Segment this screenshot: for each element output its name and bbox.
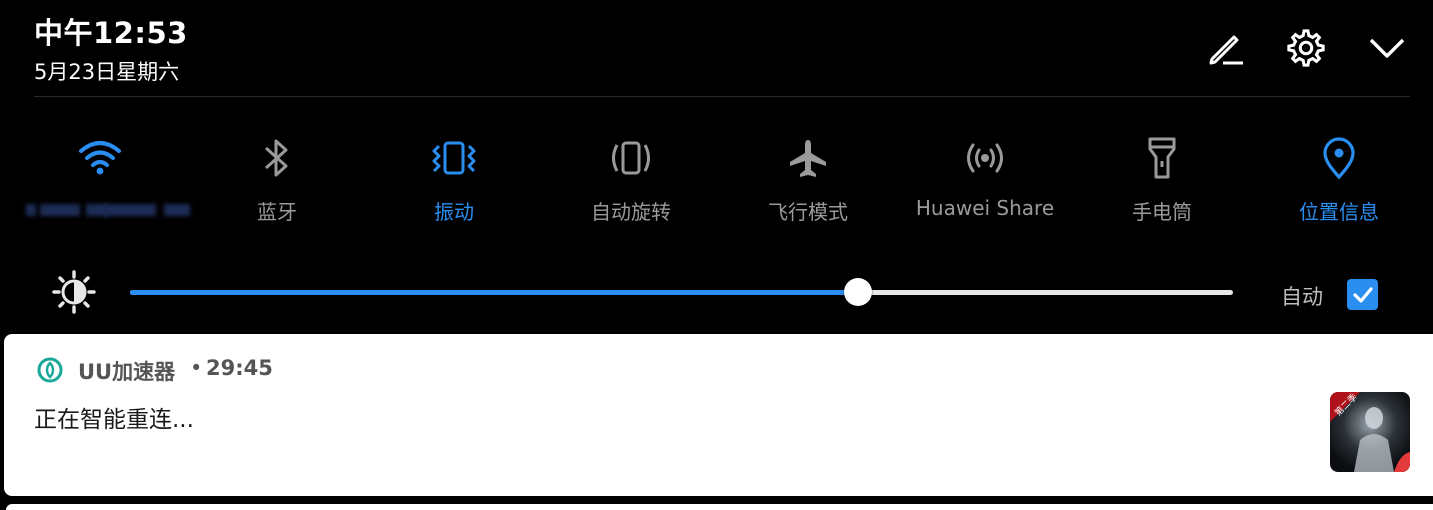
- airplane-icon: [720, 136, 896, 180]
- brightness-slider[interactable]: [130, 278, 1233, 306]
- tile-auto-rotate[interactable]: 自动旋转: [543, 128, 719, 238]
- tile-label: 振动: [434, 200, 474, 224]
- next-notification-edge: [6, 504, 1433, 510]
- tile-airplane-mode[interactable]: 飞行模式: [720, 128, 896, 238]
- tile-label: 蓝牙: [257, 200, 297, 224]
- brightness-slider-thumb[interactable]: [843, 278, 872, 306]
- settings-gear-icon[interactable]: [1286, 28, 1326, 68]
- auto-brightness-checkbox[interactable]: [1347, 279, 1378, 310]
- auto-rotate-icon: [543, 136, 719, 180]
- tile-label: Huawei Share: [915, 196, 1055, 220]
- location-pin-icon: [1251, 136, 1427, 180]
- header-divider: [34, 96, 1410, 97]
- notification-separator: •: [190, 356, 203, 380]
- tile-huawei-share[interactable]: Huawei Share: [897, 128, 1073, 238]
- wifi-icon: [12, 136, 188, 180]
- tile-flashlight[interactable]: 手电筒: [1074, 128, 1250, 238]
- huawei-share-icon: [897, 136, 1073, 180]
- notification-app-name: UU加速器: [78, 360, 176, 384]
- notification-text: 正在智能重连...: [34, 407, 194, 433]
- edit-icon[interactable]: [1205, 28, 1245, 68]
- bluetooth-icon: [189, 136, 365, 180]
- auto-brightness-label: 自动: [1281, 285, 1323, 309]
- flashlight-icon: [1074, 136, 1250, 180]
- brightness-icon: [52, 270, 96, 314]
- tile-label: 自动旋转: [591, 200, 671, 224]
- tile-label: 飞行模式: [768, 200, 848, 224]
- notification-card[interactable]: UU加速器 • 29:45 正在智能重连... 第二季: [4, 334, 1433, 496]
- tile-label: 手电筒: [1132, 200, 1192, 224]
- vibrate-icon: [366, 136, 542, 180]
- tile-label: 位置信息: [1299, 200, 1379, 224]
- checkmark-icon: [1352, 286, 1373, 303]
- tile-location[interactable]: 位置信息: [1251, 128, 1427, 238]
- tile-vibrate[interactable]: 振动: [366, 128, 542, 238]
- game-thumbnail-image: 第二季: [1330, 392, 1410, 472]
- uu-accelerator-app-icon: [36, 356, 64, 384]
- tile-bluetooth[interactable]: 蓝牙: [189, 128, 365, 238]
- wifi-network-name-redacted: [26, 198, 190, 220]
- status-date: 5月23日星期六: [34, 60, 180, 84]
- tile-wifi[interactable]: [12, 128, 190, 238]
- notification-time: 29:45: [206, 356, 273, 380]
- chevron-down-icon[interactable]: [1367, 28, 1407, 68]
- brightness-slider-fill: [130, 290, 858, 295]
- status-time: 中午12:53: [34, 16, 188, 50]
